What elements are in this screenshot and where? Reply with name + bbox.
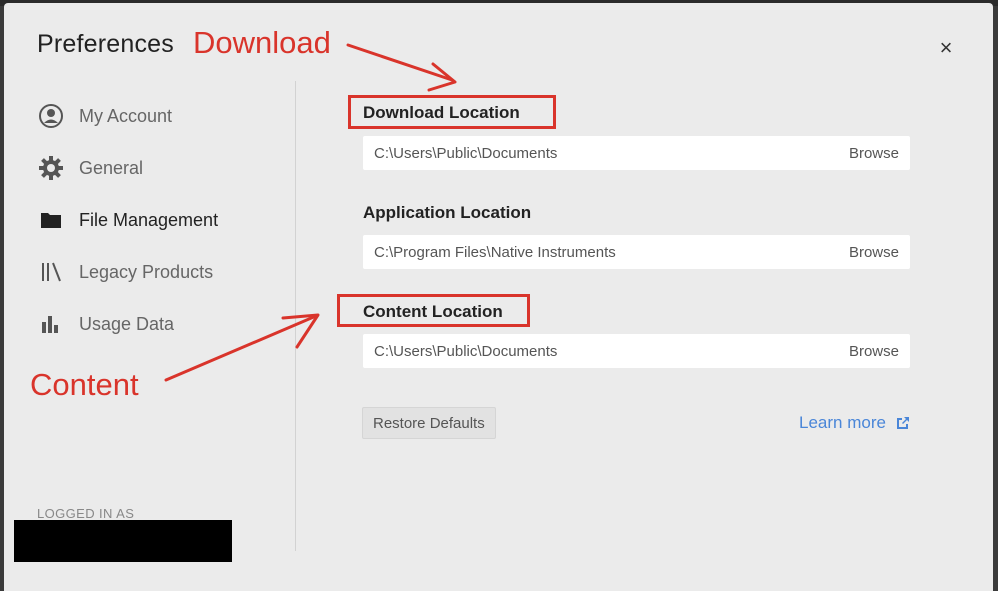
- content-arrow: [164, 314, 318, 382]
- content-arrowhead: [281, 313, 320, 349]
- annotation-arrows: [164, 43, 457, 382]
- download-arrow: [346, 43, 454, 82]
